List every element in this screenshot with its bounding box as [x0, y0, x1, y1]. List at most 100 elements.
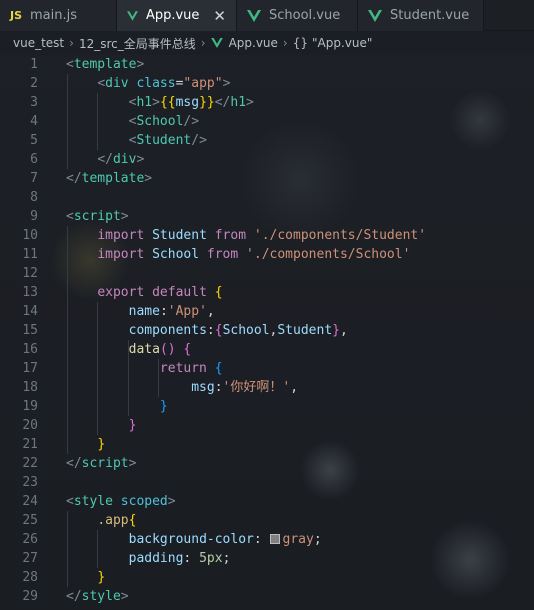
code-token: script	[73, 209, 121, 224]
code-line[interactable]: 17 return {	[0, 359, 534, 378]
code-line[interactable]: 16 data() {	[0, 340, 534, 359]
code-text: <Student/>	[66, 131, 207, 150]
code-token: import	[97, 247, 145, 262]
code-token: :	[206, 323, 215, 338]
code-line[interactable]: 10 import Student from './components/Stu…	[0, 226, 534, 245]
code-line[interactable]: 12	[0, 264, 534, 283]
line-number: 10	[22, 228, 38, 243]
code-line[interactable]: 25 .app{	[0, 511, 534, 530]
code-token: }	[97, 570, 106, 585]
code-line[interactable]: 13 export default {	[0, 283, 534, 302]
code-line[interactable]: 27 padding: 5px;	[0, 549, 534, 568]
tab-bar: JS main.js App.vue ✕ School.vue Student.…	[0, 0, 534, 31]
code-line[interactable]: 3 <h1>{{msg}}</h1>	[0, 93, 534, 112]
code-line[interactable]: 28 }	[0, 568, 534, 587]
color-swatch[interactable]	[269, 534, 280, 544]
code-line[interactable]: 9 <script>	[0, 207, 534, 226]
code-line[interactable]: 18 msg:'你好啊！',	[0, 378, 534, 397]
code-token: </	[97, 152, 113, 167]
code-token: >	[136, 152, 145, 167]
code-line[interactable]: 14 name:'App',	[0, 302, 534, 321]
code-token: style	[73, 494, 113, 509]
code-line[interactable]: 8	[0, 188, 534, 207]
code-line[interactable]: 26 background-color: gray;	[0, 530, 534, 549]
chevron-right-icon: ›	[69, 36, 74, 50]
code-token: default	[152, 285, 207, 300]
line-number: 13	[22, 285, 38, 300]
code-line[interactable]: 22 </script>	[0, 454, 534, 473]
code-token: script	[81, 456, 129, 471]
code-token: './components/Student'	[253, 228, 427, 243]
code-line[interactable]: 21 }	[0, 435, 534, 454]
indent-guide	[128, 340, 129, 416]
code-token: >	[128, 456, 137, 471]
code-token: class	[136, 76, 176, 91]
breadcrumb-item-file[interactable]: App.vue	[229, 36, 278, 50]
close-icon[interactable]: ✕	[213, 7, 226, 25]
breadcrumb-item-symbol[interactable]: "App.vue"	[312, 36, 372, 50]
code-token: h1	[230, 95, 247, 110]
line-number: 8	[30, 190, 38, 205]
code-token: ,	[290, 380, 299, 395]
code-token: "app"	[183, 76, 223, 91]
code-line[interactable]: 20 }	[0, 416, 534, 435]
code-line[interactable]: 5 <Student/>	[0, 131, 534, 150]
code-token: '你好啊！'	[222, 380, 291, 395]
line-number: 4	[30, 114, 38, 129]
code-token: import	[97, 228, 145, 243]
code-line[interactable]: 11 import School from './components/Scho…	[0, 245, 534, 264]
code-line[interactable]: 6 </div>	[0, 150, 534, 169]
code-line[interactable]: 23	[0, 473, 534, 492]
code-token: Student	[136, 133, 192, 148]
code-text: .app{	[66, 511, 136, 530]
code-token: >	[136, 57, 145, 72]
code-token: padding	[128, 551, 184, 566]
code-token: :	[183, 551, 200, 566]
code-token: Student	[152, 228, 207, 243]
code-token: >	[246, 95, 254, 110]
tab-label: main.js	[30, 8, 78, 23]
code-text: components:{School,Student},	[66, 321, 348, 340]
tab-school-vue[interactable]: School.vue	[237, 0, 358, 31]
code-token: {	[214, 361, 223, 376]
code-line[interactable]: 19 }	[0, 397, 534, 416]
code-line[interactable]: 2 <div class="app">	[0, 74, 534, 93]
code-token: <	[97, 76, 106, 91]
code-token: }	[97, 437, 106, 452]
tab-app-vue[interactable]: App.vue ✕	[117, 0, 237, 31]
code-line[interactable]: 4 <School/>	[0, 112, 534, 131]
breadcrumb: vue_test › 12_src_全局事件总线 › App.vue › {} …	[0, 31, 534, 55]
code-line[interactable]: 15 components:{School,Student},	[0, 321, 534, 340]
indent-guide	[97, 93, 98, 150]
vue-file-icon	[127, 10, 138, 21]
line-number: 12	[22, 266, 38, 281]
code-line[interactable]: 24 <style scoped>	[0, 492, 534, 511]
code-token: 'App'	[167, 304, 207, 319]
code-token: />	[191, 133, 207, 148]
code-token: ;	[222, 551, 231, 566]
code-token: name	[128, 304, 160, 319]
code-text: </div>	[66, 150, 144, 169]
tab-student-vue[interactable]: Student.vue	[358, 0, 484, 31]
code-line[interactable]: 1 <template>	[0, 55, 534, 74]
breadcrumb-item-folder[interactable]: vue_test	[13, 36, 64, 50]
code-line[interactable]: 29 </style>	[0, 587, 534, 606]
code-text: <template>	[66, 55, 144, 74]
code-editor[interactable]: 1 <template> 2 <div class="app"> 3 <h1>{{ms…	[0, 55, 534, 610]
tab-main-js[interactable]: JS main.js	[0, 0, 117, 31]
code-line[interactable]: 7 </template>	[0, 169, 534, 188]
vue-file-icon	[368, 9, 382, 22]
breadcrumb-item-subfolder[interactable]: 12_src_全局事件总线	[79, 35, 196, 52]
line-number: 29	[22, 589, 38, 604]
code-text: }	[66, 568, 105, 587]
